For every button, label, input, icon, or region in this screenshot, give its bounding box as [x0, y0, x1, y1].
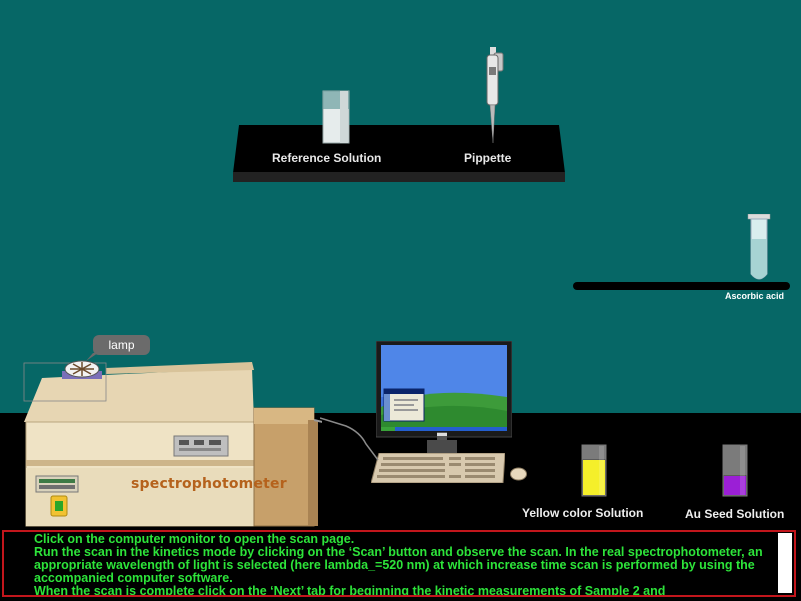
computer-cable: [320, 417, 379, 461]
lamp-tooltip: lamp: [93, 335, 150, 355]
au-seed-solution-label: Au Seed Solution: [685, 507, 785, 521]
computer-keyboard[interactable]: [371, 453, 505, 483]
spectrophotometer[interactable]: [22, 360, 322, 535]
instructions-panel: Click on the computer monitor to open th…: [2, 530, 796, 597]
au-seed-solution-vial[interactable]: [721, 444, 749, 497]
pipette-label: Pippette: [464, 151, 512, 165]
pipette[interactable]: [481, 47, 505, 147]
instructions-scrollbar[interactable]: [778, 533, 792, 593]
computer-monitor[interactable]: [376, 341, 512, 441]
ascorbic-acid-tube[interactable]: [746, 214, 772, 284]
instruction-line: Run the scan in the kinetics mode by cli…: [34, 545, 763, 585]
reference-solution-label: Reference Solution: [272, 151, 382, 165]
ascorbic-acid-label: Ascorbic acid: [725, 291, 785, 301]
instruction-line: When the scan is complete click on the ‘…: [34, 584, 666, 597]
spectrophotometer-label: spectrophotometer: [131, 476, 287, 492]
reference-cuvette[interactable]: [322, 90, 350, 144]
yellow-solution-vial[interactable]: [580, 444, 608, 497]
yellow-solution-label: Yellow color Solution: [522, 506, 644, 520]
right-shelf: [573, 282, 790, 290]
lamp-tooltip-pointer: [86, 353, 98, 361]
computer-mouse[interactable]: [510, 467, 527, 481]
instructions-text: Click on the computer monitor to open th…: [34, 533, 779, 597]
lamp-icon[interactable]: [62, 359, 104, 381]
